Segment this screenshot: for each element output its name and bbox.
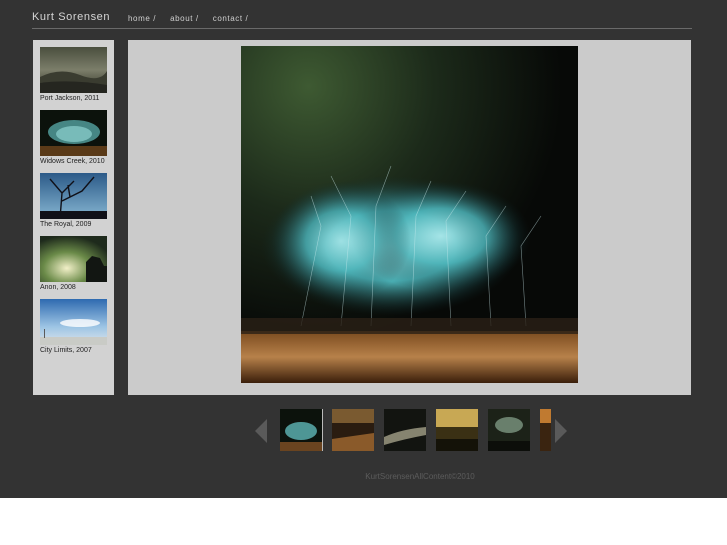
filmstrip-thumb[interactable] <box>384 409 426 451</box>
gallery-thumb-widows-creek[interactable] <box>40 110 107 156</box>
gallery-thumb-city-limits[interactable] <box>40 299 107 345</box>
page-background: Kurt Sorensen home / about / contact / P… <box>0 0 727 498</box>
nav-home[interactable]: home / <box>128 14 156 23</box>
gallery-thumb-port-jackson[interactable] <box>40 47 107 93</box>
filmstrip-thumb[interactable] <box>488 409 530 451</box>
next-arrow-icon[interactable] <box>555 419 567 443</box>
featured-photo <box>241 46 578 383</box>
header-divider <box>32 28 692 29</box>
filmstrip-thumb[interactable] <box>280 409 323 451</box>
nav-about[interactable]: about / <box>170 14 199 23</box>
gallery-thumb-anon[interactable] <box>40 236 107 282</box>
gallery-caption[interactable]: Widows Creek, 2010 <box>40 158 105 165</box>
gallery-caption[interactable]: Port Jackson, 2011 <box>40 95 99 102</box>
footer-copyright: KurtSorensenAllContent©2010 <box>365 472 475 481</box>
filmstrip-track <box>280 409 551 451</box>
gallery-caption[interactable]: Anon, 2008 <box>40 284 76 291</box>
gallery-thumb-the-royal[interactable] <box>40 173 107 219</box>
main-viewer <box>128 40 691 395</box>
prev-arrow-icon[interactable] <box>255 419 267 443</box>
filmstrip-thumb[interactable] <box>540 409 551 451</box>
filmstrip <box>255 406 567 454</box>
gallery-caption[interactable]: City Limits, 2007 <box>40 347 92 354</box>
main-nav: home / about / contact / <box>128 14 248 23</box>
nav-contact[interactable]: contact / <box>213 14 249 23</box>
filmstrip-thumb[interactable] <box>436 409 478 451</box>
filmstrip-thumb[interactable] <box>332 409 374 451</box>
gallery-sidebar: Port Jackson, 2011 Widows Creek, 2010 Th… <box>33 40 114 395</box>
site-title[interactable]: Kurt Sorensen <box>32 11 110 23</box>
gallery-caption[interactable]: The Royal, 2009 <box>40 221 91 228</box>
